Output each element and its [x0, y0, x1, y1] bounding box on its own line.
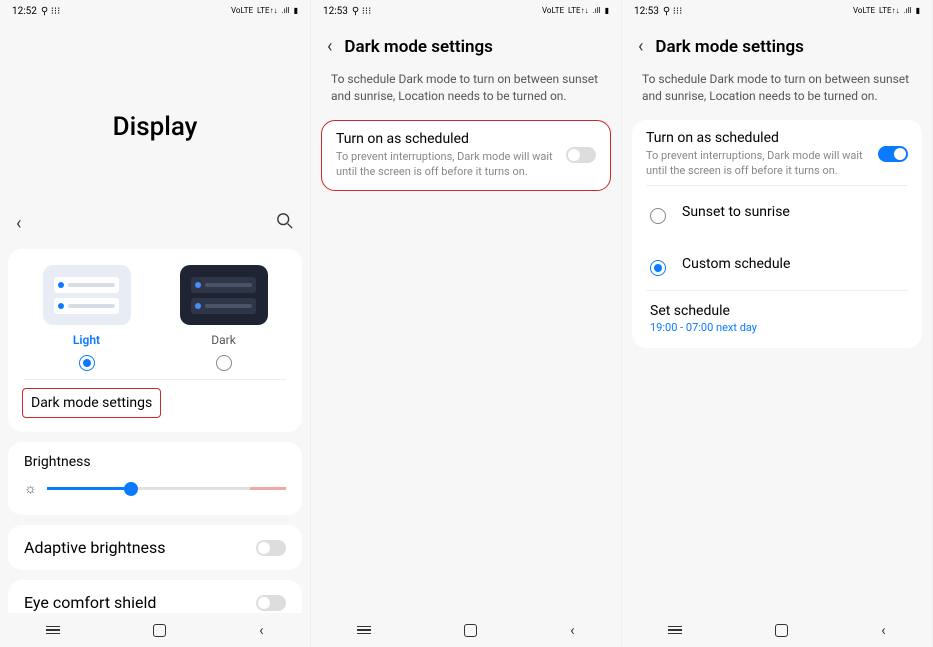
sunset-option[interactable]: Sunset to sunrise [646, 186, 908, 238]
search-icon[interactable] [276, 212, 294, 235]
statusbar: 12:52 ⚲ ⁝⁝⁝ VoLTE LTE↑↓ .ıll ▮ [0, 0, 310, 22]
theme-dark-label: Dark [211, 333, 236, 347]
turn-on-scheduled-card: Turn on as scheduled To prevent interrup… [632, 120, 922, 348]
statusbar: 12:53 ⚲ ⁝⁝⁝ VoLTE LTE↑↓ .ıll ▮ [311, 0, 621, 22]
lte-icon: LTE↑↓ [257, 7, 278, 15]
sunset-radio[interactable] [650, 208, 666, 224]
navbar: ‹ [0, 613, 310, 647]
nav-home[interactable] [775, 624, 788, 637]
dark-tile-preview [180, 265, 268, 325]
adaptive-brightness-toggle[interactable] [256, 540, 286, 556]
eye-comfort-label: Eye comfort shield [24, 593, 156, 612]
theme-card: Light Dark Dark mode settings [8, 249, 302, 432]
signal-icon: .ıll [282, 7, 290, 15]
status-icons-left: ⚲ ⁝⁝⁝ [41, 6, 60, 17]
nav-recent[interactable] [46, 626, 60, 635]
navbar: ‹ [622, 613, 932, 647]
eye-comfort-toggle[interactable] [256, 595, 286, 611]
nav-home[interactable] [464, 624, 477, 637]
screen-description: To schedule Dark mode to turn on between… [311, 67, 621, 120]
screen-description: To schedule Dark mode to turn on between… [622, 67, 932, 120]
statusbar: 12:53 ⚲ ⁝⁝⁝ VoLTE LTE↑↓ .ıll ▮ [622, 0, 932, 22]
lte-icon: LTE↑↓ [879, 7, 900, 15]
lte-icon: LTE↑↓ [568, 7, 589, 15]
adaptive-brightness-row[interactable]: Adaptive brightness [8, 525, 302, 570]
brightness-card: Brightness ☼ [8, 442, 302, 515]
battery-icon: ▮ [605, 7, 609, 15]
scheduled-title: Turn on as scheduled [336, 131, 556, 147]
brightness-slider[interactable] [47, 487, 286, 490]
scheduled-sub: To prevent interruptions, Dark mode will… [646, 148, 868, 179]
battery-icon: ▮ [916, 7, 920, 15]
scheduled-sub: To prevent interruptions, Dark mode will… [336, 149, 556, 180]
nav-back[interactable]: ‹ [570, 621, 575, 639]
brightness-label: Brightness [24, 454, 286, 470]
volte-icon: VoLTE [853, 7, 875, 15]
adaptive-brightness-label: Adaptive brightness [24, 538, 166, 557]
battery-icon: ▮ [294, 7, 298, 15]
content: ‹ Dark mode settings To schedule Dark mo… [311, 22, 621, 613]
back-icon[interactable]: ‹ [638, 36, 643, 57]
status-icons-left: ⚲ ⁝⁝⁝ [352, 6, 371, 17]
back-icon[interactable]: ‹ [327, 36, 332, 57]
phone-dark-settings-on: 12:53 ⚲ ⁝⁝⁝ VoLTE LTE↑↓ .ıll ▮ ‹ Dark mo… [622, 0, 933, 647]
light-tile-preview [43, 265, 131, 325]
scheduled-toggle[interactable] [566, 147, 596, 163]
screen-title: Dark mode settings [655, 37, 803, 57]
dark-mode-settings-link[interactable]: Dark mode settings [22, 388, 161, 418]
theme-dark-option[interactable]: Dark [155, 265, 292, 371]
nav-back[interactable]: ‹ [259, 621, 264, 639]
sun-icon: ☼ [24, 480, 37, 497]
status-time: 12:53 [634, 6, 659, 17]
phone-dark-settings-off: 12:53 ⚲ ⁝⁝⁝ VoLTE LTE↑↓ .ıll ▮ ‹ Dark mo… [311, 0, 622, 647]
custom-label: Custom schedule [682, 256, 790, 272]
nav-back[interactable]: ‹ [881, 621, 886, 639]
screen-title: Dark mode settings [344, 37, 492, 57]
status-time: 12:52 [12, 6, 37, 17]
theme-light-option[interactable]: Light [18, 265, 155, 371]
eye-comfort-row[interactable]: Eye comfort shield [8, 580, 302, 613]
nav-home[interactable] [153, 624, 166, 637]
sunset-label: Sunset to sunrise [682, 204, 790, 220]
custom-radio[interactable] [650, 260, 666, 276]
set-schedule-value: 19:00 - 07:00 next day [650, 321, 904, 334]
status-time: 12:53 [323, 6, 348, 17]
phone-display: 12:52 ⚲ ⁝⁝⁝ VoLTE LTE↑↓ .ıll ▮ Display ‹ [0, 0, 311, 647]
turn-on-scheduled-row[interactable]: Turn on as scheduled To prevent interrup… [646, 130, 908, 185]
set-schedule-label: Set schedule [650, 303, 904, 319]
content: ‹ Dark mode settings To schedule Dark mo… [622, 22, 932, 613]
nav-recent[interactable] [357, 626, 371, 635]
turn-on-scheduled-card[interactable]: Turn on as scheduled To prevent interrup… [321, 120, 611, 191]
navbar: ‹ [311, 613, 621, 647]
volte-icon: VoLTE [231, 7, 253, 15]
nav-recent[interactable] [668, 626, 682, 635]
volte-icon: VoLTE [542, 7, 564, 15]
set-schedule-row[interactable]: Set schedule 19:00 - 07:00 next day [646, 291, 908, 338]
scheduled-toggle[interactable] [878, 146, 908, 162]
signal-icon: .ıll [593, 7, 601, 15]
page-title: Display [0, 22, 310, 212]
status-icons-left: ⚲ ⁝⁝⁝ [663, 6, 682, 17]
back-icon[interactable]: ‹ [16, 213, 21, 234]
theme-dark-radio[interactable] [216, 355, 232, 371]
theme-light-radio[interactable] [79, 355, 95, 371]
custom-option[interactable]: Custom schedule [646, 238, 908, 290]
scheduled-title: Turn on as scheduled [646, 130, 868, 146]
theme-light-label: Light [73, 333, 100, 347]
content: Display ‹ Light [0, 22, 310, 613]
signal-icon: .ıll [904, 7, 912, 15]
